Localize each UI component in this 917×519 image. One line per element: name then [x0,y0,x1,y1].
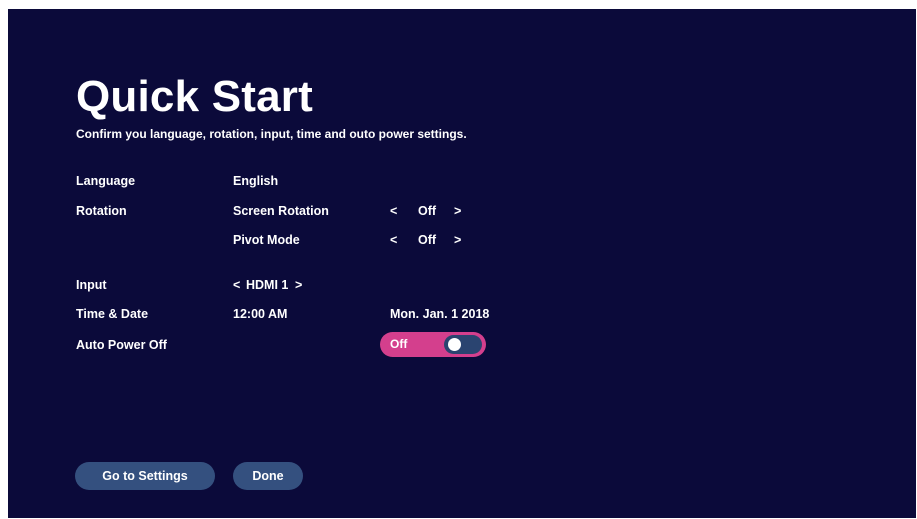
input-next-arrow[interactable]: > [295,277,302,293]
pivot-mode-value: Off [418,233,437,247]
time-value[interactable]: 12:00 AM [233,306,287,322]
pivot-mode-prev-arrow[interactable]: < [390,232,397,248]
language-label: Language [76,174,136,188]
auto-power-off-toggle[interactable]: Off [380,332,486,357]
screen-rotation-prev-arrow[interactable]: < [390,203,397,219]
page-title: Quick Start [76,72,313,121]
auto-power-off-state: Off [390,337,408,351]
date-value[interactable]: Mon. Jan. 1 2018 [390,306,489,322]
rotation-label: Rotation [76,204,127,218]
page-subtitle: Confirm you language, rotation, input, t… [76,127,467,141]
screen-rotation-label: Screen Rotation [233,204,329,218]
input-prev-arrow[interactable]: < [233,277,240,293]
quick-start-screen: Quick Start Confirm you language, rotati… [8,9,916,518]
done-button[interactable]: Done [233,462,303,490]
toggle-switch-track[interactable] [444,335,482,354]
screen-rotation-value: Off [418,204,437,218]
go-to-settings-button[interactable]: Go to Settings [75,462,215,490]
pivot-mode-label: Pivot Mode [233,233,300,247]
language-value[interactable]: English [233,173,278,189]
pivot-mode-next-arrow[interactable]: > [454,232,461,248]
toggle-switch-knob[interactable] [448,338,461,351]
time-date-label: Time & Date [76,307,149,321]
input-value: HDMI 1 [246,278,289,292]
input-label: Input [76,278,107,292]
auto-power-off-label: Auto Power Off [76,338,167,352]
screen-rotation-next-arrow[interactable]: > [454,203,461,219]
